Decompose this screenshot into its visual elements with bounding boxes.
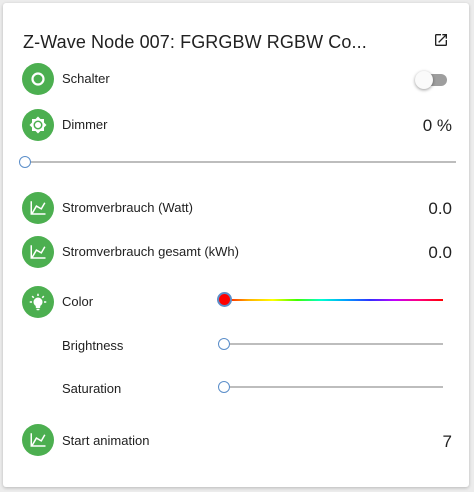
dimmer-label: Dimmer	[62, 117, 108, 132]
chart-line-icon	[22, 424, 54, 456]
dimmer-value: 0 %	[422, 116, 452, 135]
card-title: Z-Wave Node 007: FGRGBW RGBW Co...	[23, 32, 367, 52]
schalter-label: Schalter	[62, 71, 110, 86]
color-hue-slider-track[interactable]	[224, 299, 443, 301]
brightness-icon	[22, 109, 54, 141]
animation-label: Start animation	[62, 433, 150, 448]
animation-value: 7	[442, 432, 452, 451]
schalter-toggle-thumb[interactable]	[415, 71, 433, 89]
saturation-slider-track[interactable]	[224, 386, 443, 388]
entities-card: Z-Wave Node 007: FGRGBW RGBW Co... Schal…	[3, 3, 469, 487]
chart-line-icon	[22, 192, 54, 224]
dimmer-slider-knob[interactable]	[19, 156, 31, 168]
open-in-new-icon[interactable]	[433, 32, 449, 48]
power-label: Stromverbrauch (Watt)	[62, 200, 193, 215]
color-hue-slider-knob[interactable]	[217, 292, 232, 307]
power-total-label: Stromverbrauch gesamt (kWh)	[62, 244, 239, 259]
schalter-toggle[interactable]	[415, 71, 447, 89]
power-value: 0.0	[428, 199, 452, 218]
brightness-slider-knob[interactable]	[218, 338, 230, 350]
color-label: Color	[62, 294, 94, 309]
chart-line-icon	[22, 236, 54, 268]
dimmer-slider-track[interactable]	[25, 161, 456, 163]
circle-outline-icon	[22, 63, 54, 95]
brightness-label: Brightness	[62, 338, 124, 353]
saturation-label: Saturation	[62, 381, 122, 396]
brightness-slider-track[interactable]	[224, 343, 443, 345]
saturation-slider-knob[interactable]	[218, 381, 230, 393]
power-total-value: 0.0	[428, 243, 452, 262]
lightbulb-icon	[22, 286, 54, 318]
